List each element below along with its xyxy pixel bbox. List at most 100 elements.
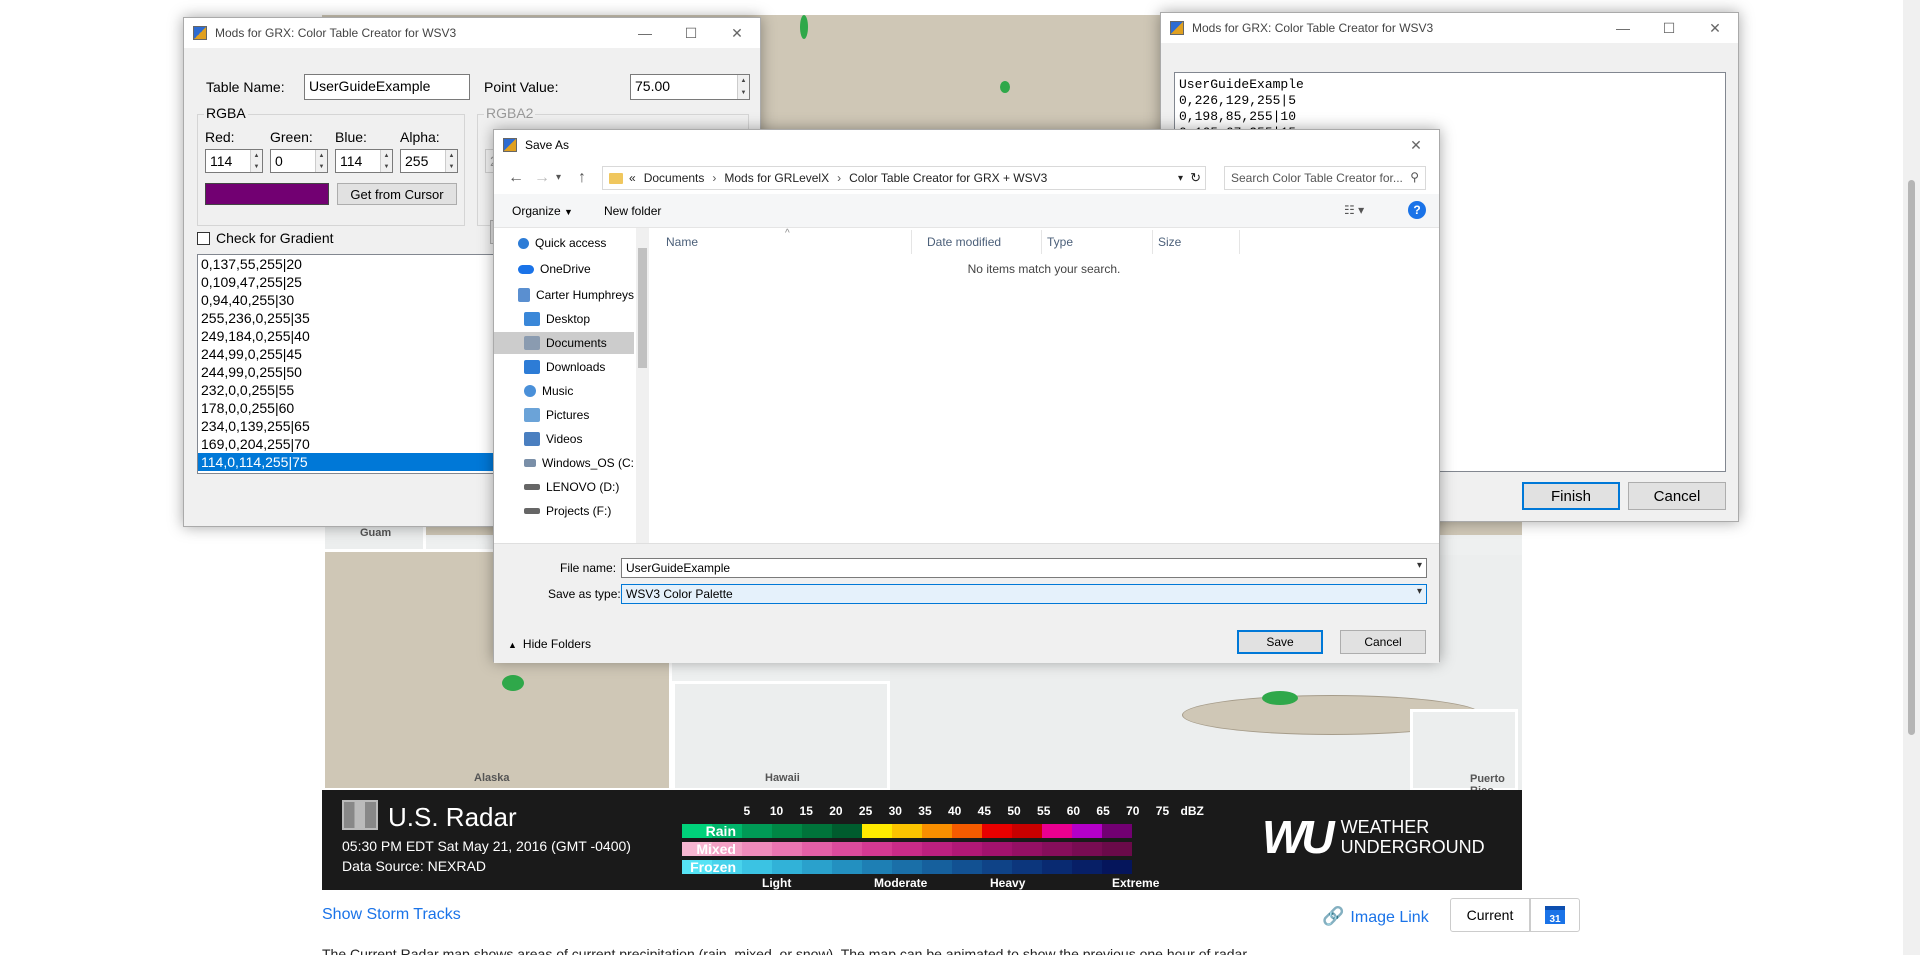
text-line: 0,226,129,255|5: [1179, 93, 1297, 108]
titlebar[interactable]: Save As ✕: [494, 130, 1439, 160]
red-stepper[interactable]: 114 ▲ ▼: [205, 149, 263, 173]
alpha-stepper[interactable]: 255 ▲ ▼: [400, 149, 458, 173]
wu-logo-line1: WEATHER: [1340, 817, 1430, 837]
close-icon[interactable]: ✕: [1692, 13, 1738, 43]
table-name-input[interactable]: UserGuideExample: [304, 74, 470, 100]
blue-value: 114: [340, 153, 363, 169]
calendar-icon: 31: [1545, 906, 1565, 925]
nav-projects[interactable]: Projects (F:): [494, 500, 634, 522]
nav-music-label: Music: [542, 384, 574, 398]
save-as-dialog: Save As ✕ ← → ▾ ↑ « Documents › Mods for…: [493, 129, 1440, 663]
nav-documents-label: Documents: [546, 336, 607, 350]
nav-videos[interactable]: Videos: [494, 428, 634, 450]
breadcrumb-mods[interactable]: Mods for GRLevelX: [724, 171, 829, 185]
view-options-icon[interactable]: ☷ ▾: [1344, 203, 1364, 217]
minimize-icon[interactable]: —: [622, 18, 668, 48]
breadcrumb-color-table[interactable]: Color Table Creator for GRX + WSV3: [849, 171, 1047, 185]
nav-onedrive[interactable]: OneDrive: [494, 258, 634, 280]
up-arrow-icon[interactable]: ↑: [578, 169, 586, 187]
address-dropdown-icon[interactable]: ▾: [1178, 173, 1183, 184]
column-date-modified[interactable]: Date modified: [927, 235, 1001, 249]
show-storm-tracks-link[interactable]: Show Storm Tracks: [322, 906, 461, 924]
navigation-scrollbar[interactable]: [636, 228, 649, 543]
page-scrollbar[interactable]: [1903, 0, 1920, 955]
scale-cell: [892, 824, 922, 838]
image-link-label: Image Link: [1350, 909, 1429, 926]
address-bar[interactable]: « Documents › Mods for GRLevelX › Color …: [602, 166, 1206, 190]
dbz-tick-label: 15: [799, 804, 813, 818]
gradient-checkbox[interactable]: [197, 232, 210, 245]
new-folder-button[interactable]: New folder: [604, 204, 661, 218]
nav-lenovo[interactable]: LENOVO (D:): [494, 476, 634, 498]
nav-music[interactable]: Music: [494, 380, 634, 402]
close-icon[interactable]: ✕: [714, 18, 760, 48]
column-type[interactable]: Type: [1047, 235, 1073, 249]
table-name-label: Table Name:: [206, 79, 285, 95]
green-stepper[interactable]: 0 ▲ ▼: [270, 149, 328, 173]
radar-echo: [800, 15, 808, 39]
cancel-button[interactable]: Cancel: [1628, 482, 1726, 510]
nav-downloads[interactable]: Downloads: [494, 356, 634, 378]
chevron-down-icon[interactable]: ▾: [1417, 560, 1422, 571]
nav-documents[interactable]: Documents: [494, 332, 634, 354]
cancel-button[interactable]: Cancel: [1340, 630, 1426, 654]
help-icon[interactable]: ?: [1408, 201, 1426, 219]
back-arrow-icon[interactable]: ←: [508, 169, 524, 187]
download-icon: [524, 360, 540, 374]
folder-icon: [609, 172, 623, 184]
close-icon[interactable]: ✕: [1393, 130, 1439, 160]
breadcrumb-documents[interactable]: Documents: [644, 171, 705, 185]
green-spin[interactable]: ▲ ▼: [315, 150, 327, 172]
nav-pictures[interactable]: Pictures: [494, 404, 634, 426]
recent-chevron-icon[interactable]: ▾: [556, 172, 561, 183]
nav-projects-label: Projects (F:): [546, 504, 612, 518]
scale-cell: [1072, 860, 1102, 874]
point-value-stepper[interactable]: 75.00 ▲ ▼: [630, 74, 750, 100]
legend-title: U.S. Radar: [388, 802, 517, 832]
hide-folders-toggle[interactable]: ▲ Hide Folders: [508, 637, 591, 651]
organize-menu[interactable]: Organize ▼: [512, 204, 573, 218]
titlebar[interactable]: Mods for GRX: Color Table Creator for WS…: [184, 18, 760, 48]
nav-desktop[interactable]: Desktop: [494, 308, 634, 330]
nav-windows-os[interactable]: Windows_OS (C:: [494, 452, 634, 474]
forward-arrow-icon[interactable]: →: [534, 169, 550, 187]
maximize-icon[interactable]: ☐: [1646, 13, 1692, 43]
file-list[interactable]: Name ^ Date modified Type Size No items …: [649, 228, 1439, 543]
calendar-button[interactable]: 31: [1530, 898, 1580, 932]
weather-underground-logo[interactable]: WU WEATHER UNDERGROUND: [1262, 810, 1485, 864]
get-from-cursor-button[interactable]: Get from Cursor: [337, 183, 457, 205]
text-line: 0,198,85,255|10: [1179, 109, 1297, 124]
nav-this-pc[interactable]: Carter Humphreys: [494, 284, 634, 306]
point-value: 75.00: [635, 78, 671, 94]
alpha-spin[interactable]: ▲ ▼: [445, 150, 457, 172]
blue-spin[interactable]: ▲ ▼: [380, 150, 392, 172]
breadcrumb-prefix[interactable]: «: [629, 171, 636, 185]
page-scrollbar-thumb[interactable]: [1908, 180, 1915, 735]
chevron-down-icon[interactable]: ▾: [1417, 586, 1422, 597]
drive-icon: [524, 484, 540, 490]
save-type-select[interactable]: WSV3 Color Palette ▾: [621, 584, 1427, 604]
star-icon: [518, 237, 529, 249]
finish-button[interactable]: Finish: [1522, 482, 1620, 510]
maximize-icon[interactable]: ☐: [668, 18, 714, 48]
navigation-scrollbar-thumb[interactable]: [638, 248, 647, 368]
file-name-input[interactable]: UserGuideExample ▾: [621, 558, 1427, 578]
search-input[interactable]: Search Color Table Creator for... ⚲: [1224, 166, 1426, 190]
current-button[interactable]: Current: [1450, 898, 1530, 932]
minimize-icon[interactable]: —: [1600, 13, 1646, 43]
scale-cell: [742, 842, 772, 856]
nav-quick-access[interactable]: Quick access: [494, 232, 634, 254]
image-link[interactable]: 🔗 Image Link: [1322, 906, 1429, 927]
red-spin[interactable]: ▲ ▼: [250, 150, 262, 172]
column-name[interactable]: Name: [666, 235, 698, 249]
titlebar[interactable]: Mods for GRX: Color Table Creator for WS…: [1161, 13, 1738, 43]
refresh-icon[interactable]: ↻: [1190, 170, 1201, 186]
wu-logo-mark: WU: [1262, 811, 1335, 863]
column-size[interactable]: Size: [1158, 235, 1181, 249]
point-value-spin[interactable]: ▲ ▼: [737, 75, 749, 99]
save-button[interactable]: Save: [1237, 630, 1323, 654]
intensity-moderate: Moderate: [874, 876, 928, 890]
blue-stepper[interactable]: 114 ▲ ▼: [335, 149, 393, 173]
scale-cells: [682, 824, 1132, 838]
scale-cell: [862, 842, 892, 856]
